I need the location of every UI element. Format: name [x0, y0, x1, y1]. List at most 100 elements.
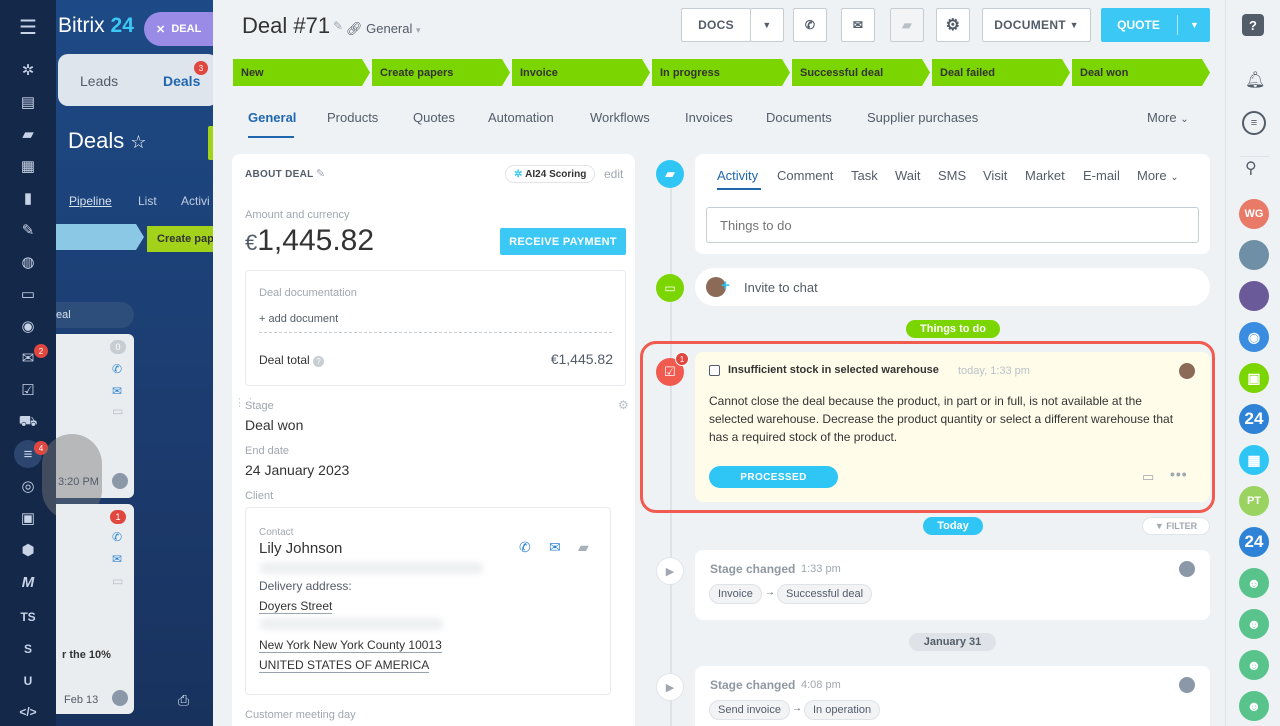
- team-icon[interactable]: ◉: [14, 312, 42, 340]
- avatar-wg[interactable]: WG: [1239, 199, 1269, 229]
- task-title[interactable]: Insufficient stock in selected warehouse: [728, 364, 939, 376]
- processed-button[interactable]: PROCESSED: [709, 466, 838, 488]
- edit-section-icon[interactable]: ✎: [316, 167, 325, 180]
- act-tab-sms[interactable]: SMS: [938, 168, 966, 183]
- target-icon[interactable]: ◎: [14, 472, 42, 500]
- act-tab-wait[interactable]: Wait: [895, 168, 921, 183]
- sign-icon[interactable]: ✎: [14, 216, 42, 244]
- receive-payment-button[interactable]: RECEIVE PAYMENT: [500, 228, 626, 255]
- tasks-icon[interactable]: ▤: [14, 88, 42, 116]
- calendar-icon[interactable]: ▦: [14, 152, 42, 180]
- chat-icon[interactable]: ▰: [14, 120, 42, 148]
- stage-deal-won[interactable]: Deal won: [1072, 59, 1210, 86]
- invite-chat-card[interactable]: + Invite to chat: [695, 268, 1210, 306]
- menu-icon[interactable]: ☰: [14, 13, 42, 41]
- tab-quotes[interactable]: Quotes: [413, 110, 455, 125]
- tab-general[interactable]: General: [248, 110, 296, 125]
- tab-more[interactable]: More ⌄: [1147, 110, 1189, 125]
- bg-view-pipeline[interactable]: Pipeline: [69, 194, 112, 208]
- bitrix24-chat-icon[interactable]: 24: [1239, 404, 1269, 434]
- help-icon[interactable]: ?: [1242, 14, 1264, 36]
- act-tab-activity[interactable]: Activity: [717, 168, 758, 183]
- workspace-u[interactable]: U: [0, 674, 56, 688]
- group-icon-4[interactable]: ☻: [1239, 691, 1269, 721]
- tab-automation[interactable]: Automation: [488, 110, 554, 125]
- drive-icon[interactable]: ▭: [14, 280, 42, 308]
- bg-deal-card-2[interactable]: [56, 504, 134, 714]
- cart-icon[interactable]: ⛟: [14, 408, 42, 436]
- tab-invoices[interactable]: Invoices: [685, 110, 733, 125]
- search-icon[interactable]: ⚲: [1245, 158, 1257, 178]
- contact-chat-icon[interactable]: ▰: [578, 539, 589, 556]
- robot-icon[interactable]: ◍: [14, 248, 42, 276]
- stage-value[interactable]: Deal won: [245, 417, 303, 433]
- more-options-icon[interactable]: •••: [1170, 466, 1188, 482]
- box-icon[interactable]: ⬢: [14, 536, 42, 564]
- category-selector[interactable]: 🔗︎ General ▾: [346, 21, 421, 37]
- things-to-do-input[interactable]: [706, 207, 1199, 243]
- feed-icon[interactable]: ✲: [14, 56, 42, 84]
- delivery-street[interactable]: Doyers Street: [259, 599, 333, 614]
- edit-title-icon[interactable]: ✎: [333, 19, 343, 33]
- act-tab-visit[interactable]: Visit: [983, 168, 1007, 183]
- settings-gear-icon[interactable]: ⚙: [936, 8, 970, 42]
- contact-center-icon[interactable]: ▣: [1239, 363, 1269, 393]
- bitrix24-chat-icon-2[interactable]: 24: [1239, 527, 1269, 557]
- group-icon-1[interactable]: ☻: [1239, 568, 1269, 598]
- workspace-s[interactable]: S: [0, 642, 56, 656]
- group-icon-2[interactable]: ☻: [1239, 609, 1269, 639]
- document-button[interactable]: DOCUMENT ▼: [982, 8, 1091, 42]
- contact-name[interactable]: Lily Johnson: [259, 540, 342, 557]
- event1-avatar[interactable]: [1179, 561, 1195, 577]
- delivery-country[interactable]: UNITED STATES OF AMERICA: [259, 658, 430, 673]
- edit-link[interactable]: edit: [604, 167, 623, 181]
- stage-settings-icon[interactable]: ⚙: [618, 398, 629, 412]
- task-checkbox[interactable]: [709, 365, 720, 376]
- avatar-user-2[interactable]: [1239, 281, 1269, 311]
- contact-mail-icon[interactable]: ✉: [549, 539, 561, 556]
- act-tab-email[interactable]: E-mail: [1083, 168, 1120, 183]
- bg-tab-leads[interactable]: Leads: [80, 73, 118, 89]
- note-icon[interactable]: ▭: [1142, 469, 1154, 485]
- stage-invoice[interactable]: Invoice: [512, 59, 650, 86]
- tab-products[interactable]: Products: [327, 110, 378, 125]
- stage-new[interactable]: New: [233, 59, 370, 86]
- call-button[interactable]: ✆: [793, 8, 827, 42]
- act-tab-task[interactable]: Task: [851, 168, 878, 183]
- group-icon-3[interactable]: ☻: [1239, 650, 1269, 680]
- stage-create-papers[interactable]: Create papers: [372, 59, 510, 86]
- bg-view-activities[interactable]: Activi: [181, 194, 210, 208]
- contact-call-icon[interactable]: ✆: [519, 539, 531, 556]
- delivery-city[interactable]: New York New York County 10013: [259, 638, 442, 653]
- avatar-user-1[interactable]: [1239, 240, 1269, 270]
- chat-button[interactable]: ▰: [890, 8, 924, 42]
- app-logo[interactable]: Bitrix 24: [58, 14, 134, 38]
- check-icon[interactable]: ☑: [14, 376, 42, 404]
- calendar-chat-icon[interactable]: ▦: [1239, 445, 1269, 475]
- notifications-bell-icon[interactable]: 🔔︎: [1245, 70, 1265, 90]
- act-tab-comment[interactable]: Comment: [777, 168, 833, 183]
- docs-icon[interactable]: ▮: [14, 184, 42, 212]
- docs-dropdown-button[interactable]: ▼: [750, 8, 784, 42]
- tab-supplier-purchases[interactable]: Supplier purchases: [867, 110, 978, 125]
- email-button[interactable]: ✉: [841, 8, 875, 42]
- marketing-icon[interactable]: M: [14, 568, 42, 596]
- messenger-icon[interactable]: ≡: [1242, 111, 1266, 135]
- filter-button[interactable]: ▼ FILTER: [1142, 517, 1210, 535]
- end-date-value[interactable]: 24 January 2023: [245, 462, 349, 478]
- ai-scoring-badge[interactable]: ✲ AI24 Scoring: [505, 165, 596, 183]
- quote-dropdown-icon[interactable]: ▼: [1179, 8, 1210, 42]
- bg-print-icon[interactable]: ⎙: [178, 692, 189, 709]
- act-tab-more[interactable]: More ⌄: [1137, 168, 1179, 183]
- group-chat-icon[interactable]: ◉: [1239, 322, 1269, 352]
- bg-tab-deals[interactable]: Deals: [163, 73, 200, 89]
- bg-view-list[interactable]: List: [138, 194, 157, 208]
- stage-successful-deal[interactable]: Successful deal: [792, 59, 930, 86]
- tab-workflows[interactable]: Workflows: [590, 110, 650, 125]
- tab-documents[interactable]: Documents: [766, 110, 832, 125]
- code-icon[interactable]: </>: [0, 705, 56, 719]
- event2-avatar[interactable]: [1179, 677, 1195, 693]
- workspace-ts[interactable]: TS: [0, 610, 56, 624]
- stage-deal-failed[interactable]: Deal failed: [932, 59, 1070, 86]
- contact-card-icon[interactable]: ▣: [14, 504, 42, 532]
